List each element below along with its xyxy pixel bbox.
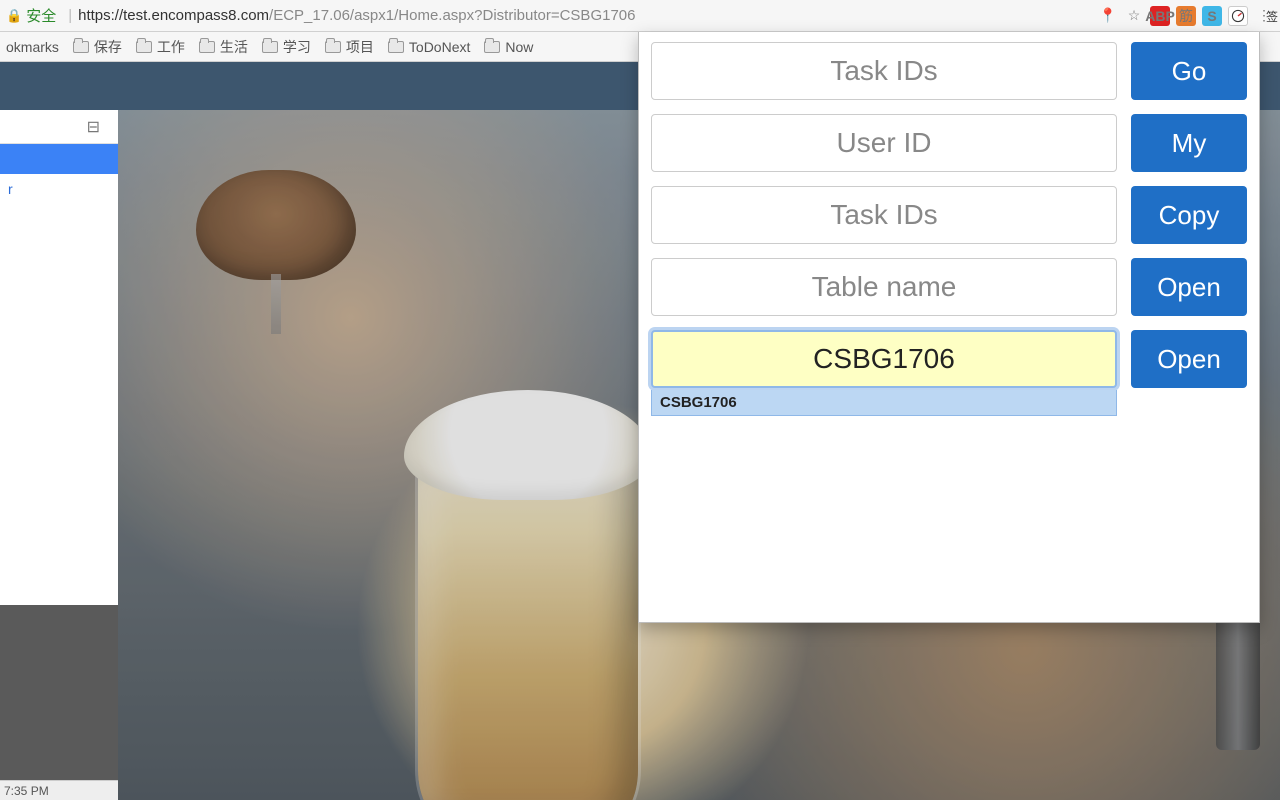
lock-icon: 🔒: [6, 8, 22, 24]
bookmark-label: Now: [505, 39, 533, 55]
autocomplete-suggestion[interactable]: CSBG1706: [651, 390, 1117, 416]
extension-active-icon[interactable]: [1228, 6, 1248, 26]
sidebar-collapse-button[interactable]: ⊟: [0, 110, 118, 144]
bookmark-label: ToDoNext: [409, 39, 470, 55]
extension-skype-icon[interactable]: S: [1202, 6, 1222, 26]
extension-adblock-icon[interactable]: ABP: [1150, 6, 1170, 26]
pin-icon[interactable]: 📍: [1098, 6, 1118, 26]
popup-row-taskids-go: Go: [651, 42, 1247, 100]
task-ids-input[interactable]: [651, 42, 1117, 100]
distributor-input[interactable]: [651, 330, 1117, 388]
bookmark-folder[interactable]: 项目: [325, 37, 374, 57]
open-table-button[interactable]: Open: [1131, 258, 1247, 316]
bookmark-label: 学习: [283, 37, 311, 57]
url-host[interactable]: https://test.encompass8.com: [78, 7, 269, 24]
bookmark-label: 生活: [220, 37, 248, 57]
address-bar: 🔒 安全 | https://test.encompass8.com /ECP_…: [0, 0, 1280, 32]
folder-icon: [325, 41, 341, 53]
bookmarks-leading-text: okmarks: [6, 39, 59, 55]
popup-row-distributor-open: Open CSBG1706: [651, 330, 1247, 388]
open-distributor-button[interactable]: Open: [1131, 330, 1247, 388]
sidebar-bottom-panel: [0, 605, 118, 780]
copy-button[interactable]: Copy: [1131, 186, 1247, 244]
folder-icon: [484, 41, 500, 53]
bookmark-folder[interactable]: 生活: [199, 37, 248, 57]
popup-row-userid-my: My: [651, 114, 1247, 172]
table-name-input[interactable]: [651, 258, 1117, 316]
collapse-icon: ⊟: [87, 117, 100, 137]
bookmark-folder[interactable]: 学习: [262, 37, 311, 57]
folder-icon: [73, 41, 89, 53]
bookmark-folder[interactable]: 保存: [73, 37, 122, 57]
sidebar-item-selected[interactable]: [0, 144, 118, 174]
extension-orange-icon[interactable]: 筋: [1176, 6, 1196, 26]
popup-blank-area: [748, 422, 1108, 608]
my-button[interactable]: My: [1131, 114, 1247, 172]
popup-row-tablename-open: Open: [651, 258, 1247, 316]
sidebar-subitem-label: r: [8, 181, 13, 197]
url-path[interactable]: /ECP_17.06/aspx1/Home.aspx?Distributor=C…: [269, 7, 635, 24]
decorative-beer-glass: [388, 380, 668, 800]
folder-icon: [136, 41, 152, 53]
bookmark-folder[interactable]: 工作: [136, 37, 185, 57]
task-ids-copy-input[interactable]: [651, 186, 1117, 244]
go-button[interactable]: Go: [1131, 42, 1247, 100]
cut-off-text: 签: [1266, 0, 1280, 32]
bookmark-folder[interactable]: Now: [484, 39, 533, 55]
popup-row-taskids-copy: Copy: [651, 186, 1247, 244]
bookmark-label: 项目: [346, 37, 374, 57]
secure-label: 安全: [26, 5, 56, 26]
extension-popup: Go My Copy Open Open CSBG1706: [638, 32, 1260, 623]
folder-icon: [262, 41, 278, 53]
user-id-input[interactable]: [651, 114, 1117, 172]
separator: |: [68, 7, 72, 24]
bookmark-star-icon[interactable]: ☆: [1124, 6, 1144, 26]
sidebar: ⊟ r 7:35 PM: [0, 110, 118, 800]
folder-icon: [199, 41, 215, 53]
folder-icon: [388, 41, 404, 53]
sidebar-subitem[interactable]: r: [0, 174, 118, 204]
bookmark-label: 工作: [157, 37, 185, 57]
decorative-wine-glass: [176, 170, 376, 350]
status-clock: 7:35 PM: [0, 780, 118, 800]
bookmark-label: 保存: [94, 37, 122, 57]
bookmark-folder[interactable]: ToDoNext: [388, 39, 470, 55]
